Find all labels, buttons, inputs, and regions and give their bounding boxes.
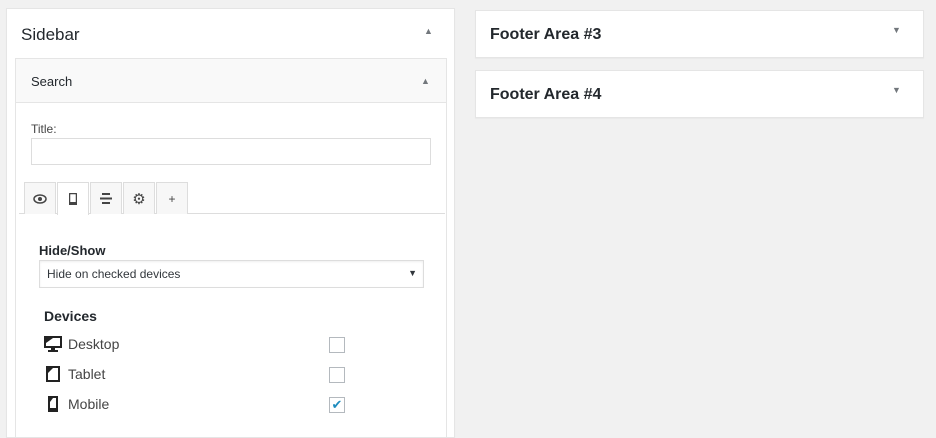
plus-icon: + bbox=[168, 191, 176, 206]
collapse-arrow-icon[interactable]: ▲ bbox=[424, 26, 433, 36]
mobile-icon bbox=[69, 193, 77, 205]
tab-visibility[interactable] bbox=[24, 182, 56, 214]
footer-area-3[interactable]: Footer Area #3 ▼ bbox=[475, 10, 924, 58]
mobile-icon bbox=[48, 396, 58, 412]
device-name: Tablet bbox=[68, 366, 106, 382]
device-row-desktop: Desktop bbox=[44, 335, 354, 355]
sidebar-title[interactable]: Sidebar bbox=[21, 25, 80, 45]
footer-area-title: Footer Area #3 bbox=[490, 26, 602, 43]
sidebar-widget-area: Sidebar ▲ Search ▲ Title: ⚙ + Hide/Show … bbox=[6, 8, 455, 438]
gear-icon: ⚙ bbox=[132, 190, 146, 208]
footer-area-title: Footer Area #4 bbox=[490, 86, 602, 103]
eye-icon bbox=[33, 193, 47, 204]
tab-devices[interactable] bbox=[57, 182, 89, 215]
device-row-tablet: Tablet bbox=[44, 365, 354, 385]
tab-alignment[interactable] bbox=[90, 182, 122, 214]
tablet-checkbox[interactable] bbox=[329, 367, 345, 383]
hide-show-label: Hide/Show bbox=[39, 243, 106, 258]
devices-label: Devices bbox=[44, 308, 97, 324]
title-input[interactable] bbox=[31, 138, 431, 165]
title-label: Title: bbox=[31, 122, 57, 136]
expand-arrow-icon[interactable]: ▼ bbox=[892, 85, 901, 95]
search-widget: Search ▲ Title: ⚙ + Hide/Show Hide on ch… bbox=[15, 58, 447, 438]
device-name: Desktop bbox=[68, 336, 120, 352]
desktop-icon bbox=[44, 336, 62, 352]
align-center-icon bbox=[100, 193, 112, 204]
device-name: Mobile bbox=[68, 396, 110, 412]
expand-arrow-icon[interactable]: ▼ bbox=[892, 25, 901, 35]
hide-show-value: Hide on checked devices bbox=[47, 267, 181, 281]
tab-settings[interactable]: ⚙ bbox=[123, 182, 155, 214]
widget-header[interactable]: Search ▲ bbox=[16, 59, 446, 103]
tab-add[interactable]: + bbox=[156, 182, 188, 214]
settings-tabs: ⚙ + bbox=[19, 182, 445, 215]
mobile-checkbox[interactable]: ✔ bbox=[329, 397, 345, 413]
collapse-arrow-icon[interactable]: ▲ bbox=[421, 76, 430, 86]
hide-show-select[interactable]: Hide on checked devices ▼ bbox=[39, 260, 424, 288]
chevron-down-icon: ▼ bbox=[408, 268, 417, 278]
widget-title: Search bbox=[31, 74, 73, 89]
tablet-icon bbox=[46, 366, 60, 382]
device-row-mobile: Mobile ✔ bbox=[44, 395, 354, 415]
desktop-checkbox[interactable] bbox=[329, 337, 345, 353]
footer-area-4[interactable]: Footer Area #4 ▼ bbox=[475, 70, 924, 118]
